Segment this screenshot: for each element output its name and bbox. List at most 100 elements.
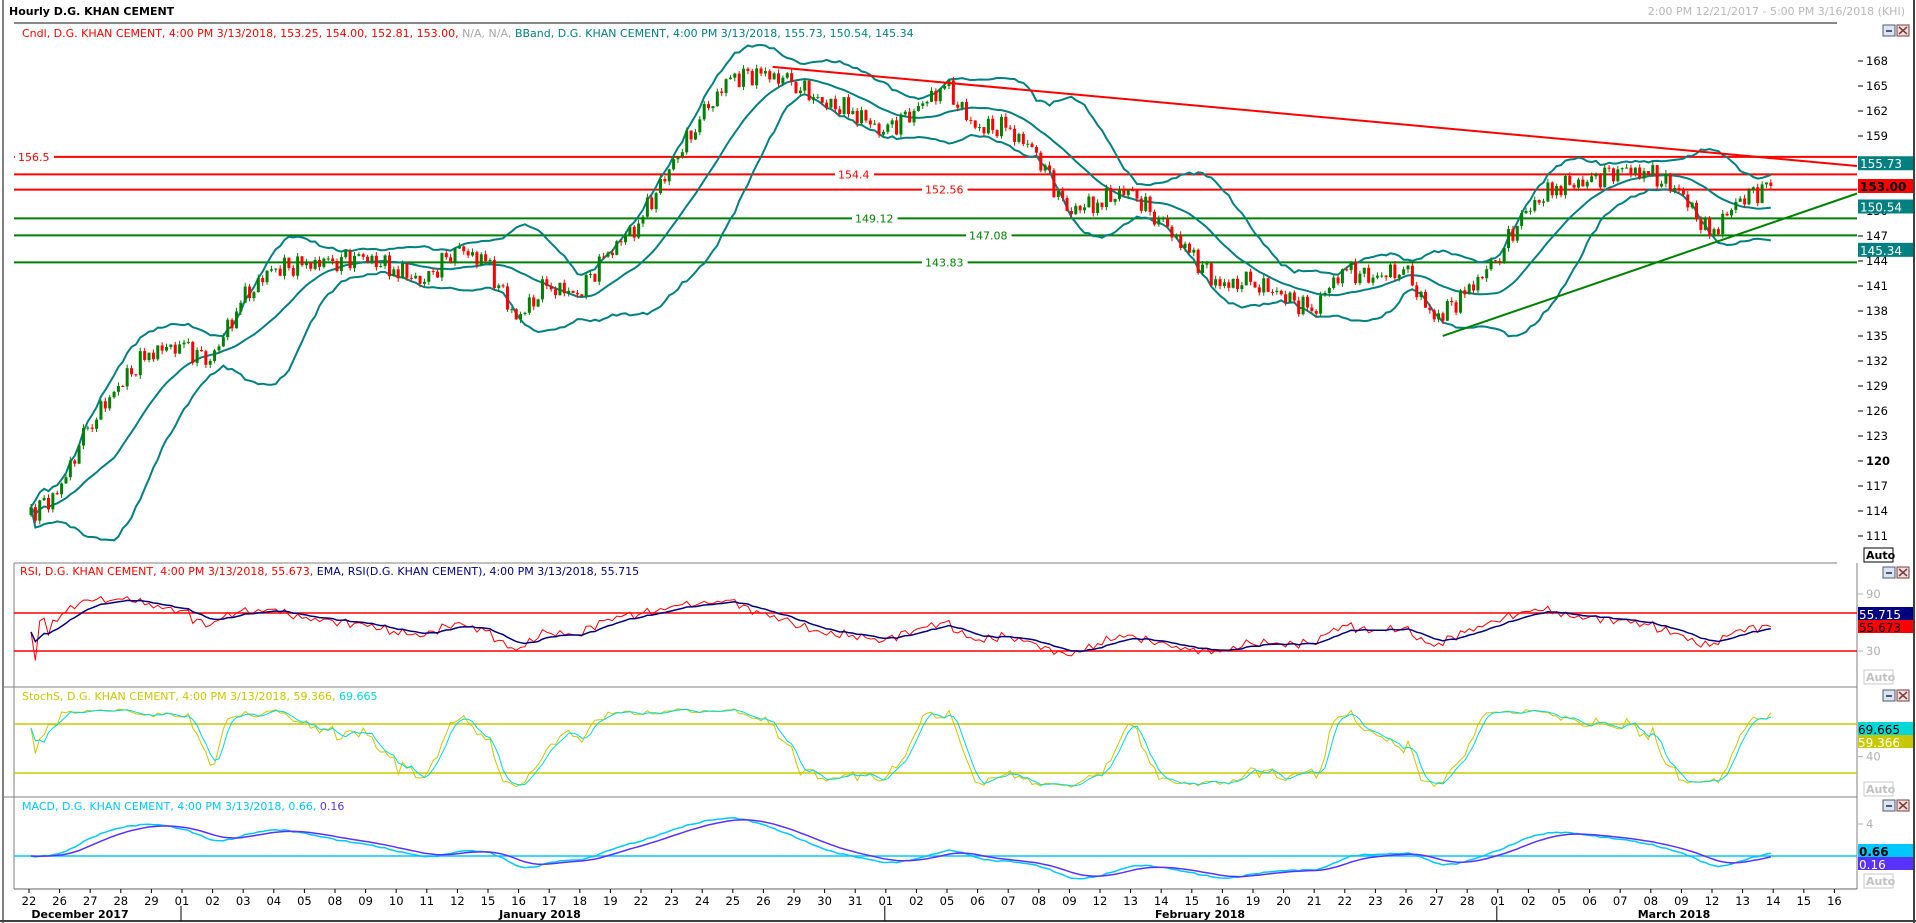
stoch-tag: 69.665 — [1858, 723, 1900, 737]
candle-body — [641, 216, 645, 224]
candle-body — [1275, 290, 1279, 293]
candle-body — [169, 344, 173, 347]
candle-body — [471, 252, 475, 256]
candle — [615, 239, 619, 256]
candle-body — [1196, 249, 1200, 273]
candle-body — [1734, 201, 1738, 210]
close-panel-button[interactable] — [1896, 689, 1910, 702]
candle-body — [1646, 171, 1650, 174]
candle-body — [811, 97, 815, 101]
candle-body — [409, 277, 413, 279]
candle-body — [602, 256, 606, 258]
candle — [283, 254, 287, 280]
candle-body — [147, 352, 151, 360]
candle-body — [230, 319, 234, 329]
minimize-icon-bar — [1886, 695, 1892, 697]
candle-body — [370, 255, 374, 262]
candle-body — [1450, 300, 1454, 303]
candle — [505, 282, 509, 312]
candle-body — [558, 282, 562, 296]
price-axis-label: 159 — [1866, 129, 1888, 143]
candle-body — [160, 345, 164, 351]
candle-body — [1743, 198, 1747, 205]
candle-body — [1227, 282, 1231, 288]
date-label: 03 — [236, 894, 251, 908]
rsi-legend: RSI, D.G. KHAN CEMENT, 4:00 PM 3/13/2018… — [20, 565, 639, 578]
candle — [999, 114, 1003, 139]
candle-body — [908, 111, 912, 123]
candle-body — [357, 254, 361, 256]
candle-body — [873, 123, 877, 125]
candle-body — [1166, 218, 1170, 227]
candle-body — [816, 97, 820, 99]
candle — [138, 347, 142, 379]
price-axis-label: 111 — [1866, 529, 1888, 543]
candle — [1196, 248, 1200, 275]
candle-body — [1048, 165, 1052, 171]
candle-body — [208, 360, 212, 365]
candle — [156, 345, 160, 361]
candle-body — [278, 268, 282, 276]
auto-scale-label[interactable]: Auto — [1866, 875, 1896, 888]
candle-body — [1052, 170, 1056, 198]
candle-body — [964, 101, 968, 120]
candle-body — [1030, 143, 1034, 147]
minimize-panel-button[interactable] — [1882, 689, 1896, 702]
candle-body — [466, 251, 470, 256]
candle-body — [199, 349, 203, 352]
candle-body — [1187, 243, 1191, 253]
candle-body — [1389, 264, 1393, 278]
close-panel-button[interactable] — [1896, 799, 1910, 812]
candle — [514, 308, 518, 320]
candle — [1231, 278, 1235, 289]
candle-body — [650, 197, 654, 210]
candle-body — [1576, 179, 1580, 188]
date-label: 09 — [1674, 894, 1689, 908]
minimize-panel-button[interactable] — [1882, 24, 1896, 37]
candle-body — [1152, 211, 1156, 225]
auto-scale-label[interactable]: Auto — [1866, 671, 1896, 684]
candle-body — [99, 401, 103, 420]
candle-body — [1244, 271, 1248, 286]
date-label: 06 — [970, 894, 985, 908]
price-tag: 150.54 — [1860, 200, 1902, 214]
candle-body — [562, 282, 566, 294]
date-label: 10 — [389, 894, 404, 908]
candle-body — [1104, 188, 1108, 208]
auto-scale-label[interactable]: Auto — [1866, 783, 1896, 796]
main-legend: Cndl, D.G. KHAN CEMENT, 4:00 PM 3/13/201… — [22, 27, 914, 40]
candle — [584, 272, 588, 300]
date-label: 15 — [1184, 894, 1199, 908]
window-background — [0, 0, 1916, 923]
candle-body — [1144, 196, 1148, 211]
close-panel-button[interactable] — [1896, 566, 1910, 579]
candle-body — [1410, 265, 1414, 286]
candle-body — [1380, 275, 1384, 277]
rsi-tag: 55.673 — [1859, 621, 1901, 635]
candle-body — [1520, 213, 1524, 226]
candle-body — [1406, 265, 1410, 270]
date-label: 05 — [940, 894, 955, 908]
candle — [597, 253, 601, 286]
minimize-panel-button[interactable] — [1882, 799, 1896, 812]
candle-body — [1179, 235, 1183, 248]
candle-body — [798, 90, 802, 94]
candle-body — [1393, 264, 1397, 279]
candle-body — [195, 349, 199, 363]
minimize-panel-button[interactable] — [1882, 566, 1896, 579]
candle-body — [492, 259, 496, 289]
auto-scale-label[interactable]: Auto — [1866, 549, 1896, 562]
candle-body — [523, 312, 527, 314]
candle-body — [1214, 279, 1218, 286]
candle-body — [252, 292, 256, 299]
candle — [1209, 262, 1213, 287]
close-panel-button[interactable] — [1896, 24, 1910, 37]
candle-body — [624, 235, 628, 243]
candle-body — [1480, 276, 1484, 279]
candle-body — [501, 285, 505, 287]
date-label: 17 — [542, 894, 557, 908]
candle-body — [449, 257, 453, 263]
candle-body — [934, 90, 938, 102]
price-tag: 153.00 — [1860, 180, 1906, 194]
price-tag: 145.34 — [1860, 244, 1902, 258]
